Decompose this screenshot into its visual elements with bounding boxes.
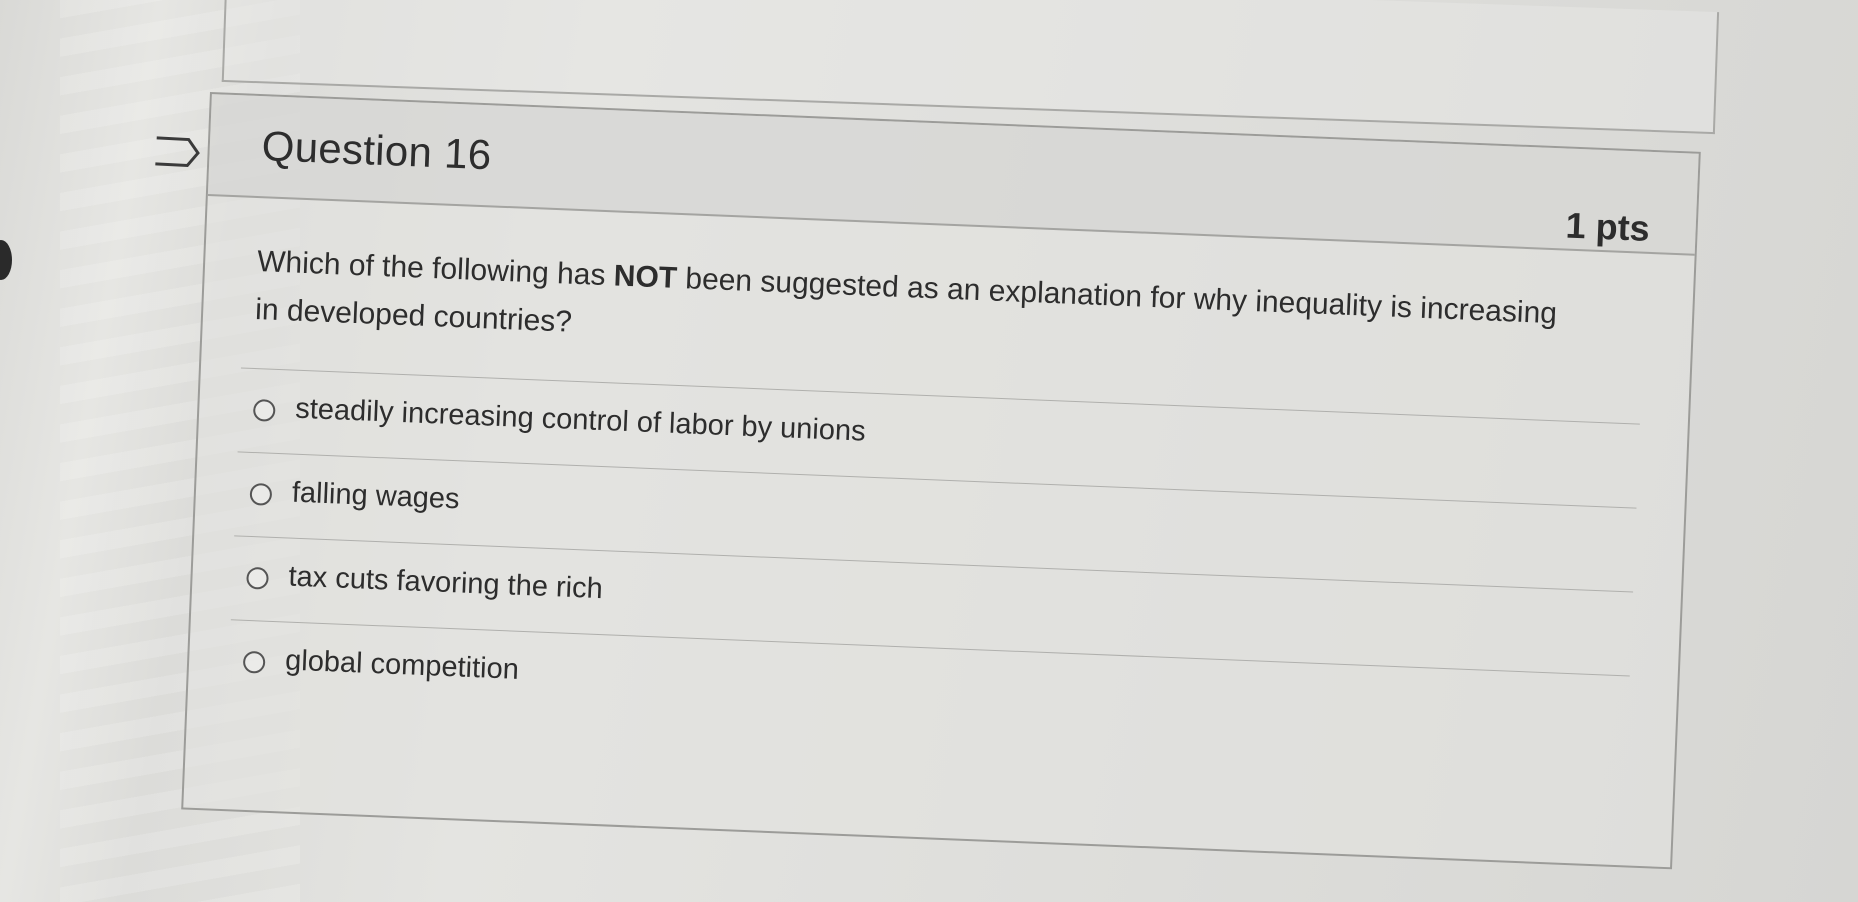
question-title: Question 16 xyxy=(260,122,493,179)
screen-edge xyxy=(0,240,12,280)
question-text-emphasis: NOT xyxy=(613,259,678,295)
question-card: Question 16 1 pts Which of the following… xyxy=(181,92,1701,870)
answer-label[interactable]: falling wages xyxy=(291,477,460,517)
question-text: Which of the following has NOT been sugg… xyxy=(254,238,1577,387)
radio-button-icon[interactable] xyxy=(242,650,266,674)
question-text-before: Which of the following has xyxy=(256,245,615,293)
radio-button-icon[interactable] xyxy=(246,566,269,590)
answer-label[interactable]: tax cuts favoring the rich xyxy=(288,561,603,607)
answer-label[interactable]: steadily increasing control of labor by … xyxy=(295,393,867,449)
radio-button-icon[interactable] xyxy=(252,399,276,422)
answer-list: steadily increasing control of labor by … xyxy=(227,367,1640,760)
answer-label[interactable]: global competition xyxy=(285,644,520,686)
radio-button-icon[interactable] xyxy=(249,482,273,506)
flag-question-icon[interactable] xyxy=(152,135,204,169)
question-points: 1 pts xyxy=(1564,204,1651,249)
